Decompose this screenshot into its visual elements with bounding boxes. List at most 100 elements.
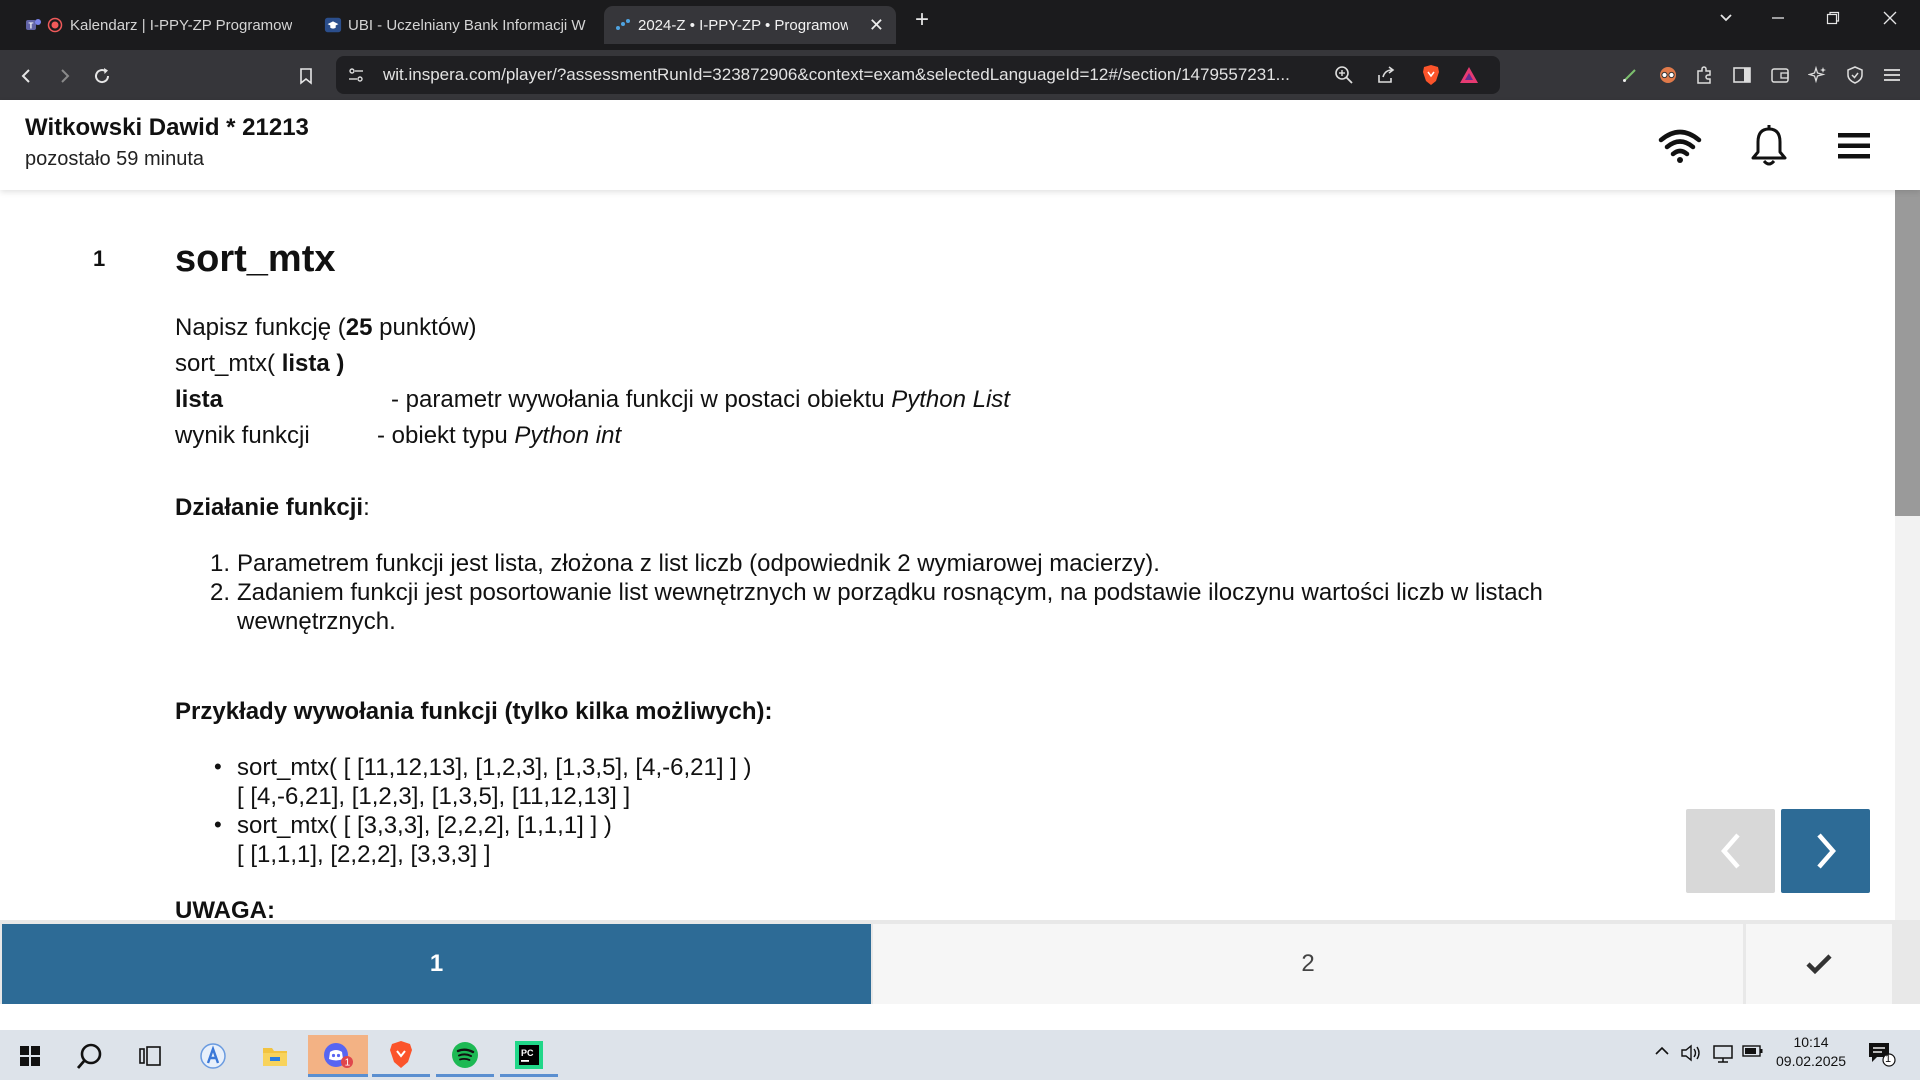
example-result: [ [4,-6,21], [1,2,3], [1,3,5], [11,12,13…	[237, 783, 631, 810]
glasses-extension-icon[interactable]	[1656, 63, 1680, 87]
notification-center-icon[interactable]: 1	[1866, 1040, 1896, 1068]
tab-search-chevron-icon[interactable]	[1711, 9, 1741, 30]
param-line: lista	[175, 386, 223, 414]
network-icon[interactable]	[1711, 1044, 1735, 1064]
volume-icon[interactable]	[1680, 1044, 1702, 1062]
svg-text:PC: PC	[521, 1048, 534, 1058]
question-nav-item[interactable]: 2	[873, 924, 1743, 1004]
page-bottom-spacer	[0, 1004, 1920, 1030]
brave-rewards-icon[interactable]	[1459, 65, 1479, 90]
param-name: lista	[175, 386, 224, 413]
section-heading-action: Działanie funkcji:	[175, 494, 370, 522]
chevron-left-icon	[1720, 833, 1740, 869]
back-arrow-icon[interactable]	[12, 61, 42, 91]
question-navigation: 1 2	[0, 920, 1920, 1004]
task-view-icon[interactable]	[124, 1035, 176, 1077]
site-settings-icon[interactable]	[347, 66, 365, 89]
browser-tab[interactable]: UBI - Uczelniany Bank Informacji W	[314, 6, 604, 44]
section-action-text: Działanie funkcji	[175, 494, 364, 521]
section-action-colon: :	[363, 494, 370, 521]
restore-icon[interactable]	[1818, 9, 1848, 30]
result-desc: - obiekt typu	[377, 422, 515, 449]
inspera-icon	[614, 16, 632, 34]
svg-text:1: 1	[345, 1057, 351, 1068]
vpn-shield-icon[interactable]	[1843, 63, 1867, 87]
exam-header: Witkowski Dawid * 21213 pozostało 59 min…	[0, 100, 1920, 190]
close-window-icon[interactable]	[1875, 9, 1905, 30]
address-bar[interactable]: wit.inspera.com/player/?assessmentRunId=…	[336, 56, 1500, 94]
system-clock[interactable]: 10:14 09.02.2025	[1776, 1034, 1846, 1069]
browser-tab[interactable]: T Kalendarz | I-PPY-ZP Programow	[14, 6, 314, 44]
question-number: 1	[93, 246, 106, 271]
step-item: Parametrem funkcji jest lista, złożona z…	[237, 550, 1160, 577]
url-text: wit.inspera.com/player/?assessmentRunId=…	[383, 65, 1290, 84]
section-heading-examples: Przykłady wywołania funkcji (tylko kilka…	[175, 698, 773, 725]
pen-extension-icon[interactable]	[1618, 63, 1642, 87]
scrollbar-thumb[interactable]	[1895, 190, 1920, 516]
search-icon[interactable]	[64, 1035, 116, 1077]
spotify-icon[interactable]	[436, 1035, 494, 1077]
azure-data-studio-icon[interactable]	[187, 1035, 239, 1077]
forward-arrow-icon[interactable]	[49, 61, 79, 91]
wifi-icon[interactable]	[1656, 122, 1704, 170]
clock-date: 09.02.2025	[1776, 1053, 1847, 1069]
chevron-right-icon	[1816, 833, 1836, 869]
next-question-button[interactable]	[1781, 809, 1870, 893]
example-call: sort_mtx( [ [3,3,3], [2,2,2], [1,1,1] ] …	[237, 812, 612, 839]
bell-icon[interactable]	[1745, 122, 1793, 170]
browser-tab-active[interactable]: 2024-Z • I-PPY-ZP • Programow ✕	[604, 6, 896, 44]
bullet-icon: •	[214, 754, 222, 779]
example-call: sort_mtx( [ [11,12,13], [1,2,3], [1,3,5]…	[237, 754, 752, 781]
teams-icon: T	[24, 16, 42, 34]
step-number: 1.	[210, 550, 231, 577]
tab-title: 2024-Z • I-PPY-ZP • Programow	[638, 16, 848, 34]
recording-icon	[46, 16, 64, 34]
step-item-continued: wewnętrznych.	[237, 608, 396, 635]
discord-icon[interactable]: 1	[308, 1035, 368, 1077]
submit-checkmark-button[interactable]	[1746, 924, 1892, 1004]
note-heading: UWAGA:	[175, 897, 275, 920]
points-prefix: Napisz funkcję (	[175, 314, 346, 341]
step-item: Zadaniem funkcji jest posortowanie list …	[237, 579, 1543, 606]
bookmark-icon[interactable]	[291, 61, 321, 91]
notification-count: 1	[1885, 1053, 1892, 1065]
points-line: Napisz funkcję (25 punktów)	[175, 314, 477, 342]
bullet-icon: •	[214, 812, 222, 837]
browser-tab-strip: T Kalendarz | I-PPY-ZP Programow UBI - U…	[0, 0, 1920, 50]
signature-name: sort_mtx(	[175, 350, 282, 377]
brave-shields-icon[interactable]	[1421, 64, 1441, 91]
param-desc: - parametr wywołania funkcji w postaci o…	[391, 386, 892, 413]
previous-question-button[interactable]	[1686, 809, 1775, 893]
windows-start-icon[interactable]	[4, 1035, 56, 1077]
tray-chevron-up-icon[interactable]	[1653, 1044, 1671, 1058]
tab-title: UBI - Uczelniany Bank Informacji W	[348, 16, 586, 34]
battery-icon[interactable]	[1742, 1044, 1764, 1058]
browser-toolbar: wit.inspera.com/player/?assessmentRunId=…	[0, 50, 1920, 100]
brave-browser-icon[interactable]	[372, 1035, 430, 1077]
sidebar-icon[interactable]	[1730, 63, 1754, 87]
share-icon[interactable]	[1376, 65, 1396, 90]
zoom-icon[interactable]	[1334, 65, 1354, 90]
extensions-puzzle-icon[interactable]	[1692, 63, 1716, 87]
reload-icon[interactable]	[87, 61, 117, 91]
leo-ai-icon[interactable]	[1806, 63, 1830, 87]
file-explorer-icon[interactable]	[249, 1035, 301, 1077]
question-nav-item-current[interactable]: 1	[2, 924, 871, 1004]
wallet-icon[interactable]	[1768, 63, 1792, 87]
result-description: - obiekt typu Python int	[377, 422, 621, 450]
hamburger-menu-icon[interactable]	[1830, 122, 1878, 170]
signature-param: lista )	[281, 350, 345, 377]
time-remaining: pozostało 59 minuta	[25, 148, 205, 170]
close-tab-icon[interactable]: ✕	[869, 15, 884, 36]
new-tab-icon[interactable]: +	[907, 6, 937, 34]
windows-taskbar: 1 PC 10:14 09.02.2025 1	[0, 1030, 1920, 1080]
param-description: - parametr wywołania funkcji w postaci o…	[391, 386, 1010, 414]
tab-title: Kalendarz | I-PPY-ZP Programow	[70, 16, 293, 34]
result-type: Python int	[514, 422, 622, 449]
browser-menu-icon[interactable]	[1880, 63, 1904, 87]
pycharm-icon[interactable]: PC	[500, 1035, 558, 1077]
result-label: wynik funkcji	[175, 422, 310, 449]
ubi-cap-icon	[324, 16, 342, 34]
minimize-icon[interactable]	[1763, 9, 1793, 30]
student-name: Witkowski Dawid * 21213	[25, 114, 309, 141]
